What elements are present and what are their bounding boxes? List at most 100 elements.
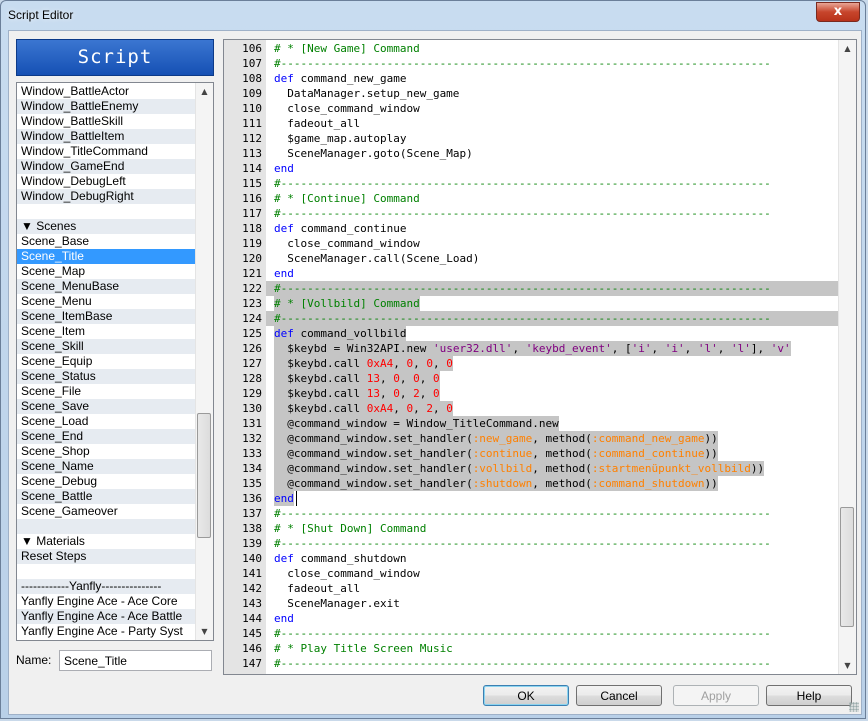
script-list-item[interactable]: Window_BattleSkill bbox=[17, 114, 195, 129]
code-line[interactable]: 106 # * [New Game] Command bbox=[224, 41, 839, 56]
script-list-item[interactable]: Scene_Map bbox=[17, 264, 195, 279]
script-list-item[interactable] bbox=[17, 519, 195, 534]
code-line[interactable]: 137 #------------------------------------… bbox=[224, 506, 839, 521]
code-line[interactable]: 121 end bbox=[224, 266, 839, 281]
script-list-item[interactable]: Window_GameEnd bbox=[17, 159, 195, 174]
script-list-item[interactable]: Scene_ItemBase bbox=[17, 309, 195, 324]
code-line[interactable]: 141 close_command_window bbox=[224, 566, 839, 581]
code-line[interactable]: 136 end bbox=[224, 491, 839, 506]
script-list-item[interactable]: Scene_File bbox=[17, 384, 195, 399]
code-line[interactable]: 139 #------------------------------------… bbox=[224, 536, 839, 551]
code-line[interactable]: 109 DataManager.setup_new_game bbox=[224, 86, 839, 101]
scroll-down-arrow-icon[interactable]: ▼ bbox=[839, 657, 856, 674]
code-line[interactable]: 114 end bbox=[224, 161, 839, 176]
script-list-item[interactable]: Scene_Equip bbox=[17, 354, 195, 369]
code-line[interactable]: 107 #------------------------------------… bbox=[224, 56, 839, 71]
code-line[interactable]: 128 $keybd.call 13, 0, 0, 0 bbox=[224, 371, 839, 386]
script-list[interactable]: Window_BattleActor Window_BattleEnemy Wind… bbox=[16, 82, 214, 641]
script-list-item[interactable]: Window_DebugLeft bbox=[17, 174, 195, 189]
code-line[interactable]: 123 # * [Vollbild] Command bbox=[224, 296, 839, 311]
script-list-item[interactable]: Scene_Item bbox=[17, 324, 195, 339]
scroll-up-arrow-icon[interactable]: ▲ bbox=[196, 83, 213, 100]
script-list-item[interactable]: Window_BattleItem bbox=[17, 129, 195, 144]
code-line[interactable]: 112 $game_map.autoplay bbox=[224, 131, 839, 146]
cancel-button[interactable]: Cancel bbox=[576, 685, 662, 706]
code-line[interactable]: 138 # * [Shut Down] Command bbox=[224, 521, 839, 536]
script-list-item[interactable]: Window_TitleCommand bbox=[17, 144, 195, 159]
script-list-item[interactable]: Yanfly Engine Ace - Ace Core bbox=[17, 594, 195, 609]
code-line[interactable]: 132 @command_window.set_handler(:new_gam… bbox=[224, 431, 839, 446]
script-list-item[interactable]: Window_BattleActor bbox=[17, 84, 195, 99]
scroll-up-arrow-icon[interactable]: ▲ bbox=[839, 40, 856, 57]
script-list-item[interactable]: Scene_Shop bbox=[17, 444, 195, 459]
script-list-item[interactable]: Scene_Gameover bbox=[17, 504, 195, 519]
script-list-item[interactable]: Scene_Title bbox=[17, 249, 195, 264]
script-list-item[interactable]: Scene_Load bbox=[17, 414, 195, 429]
script-list-item[interactable]: Scene_Debug bbox=[17, 474, 195, 489]
line-number: 128 bbox=[242, 372, 262, 385]
apply-button[interactable]: Apply bbox=[673, 685, 759, 706]
code-line[interactable]: 119 close_command_window bbox=[224, 236, 839, 251]
script-list-item[interactable]: Window_BattleEnemy bbox=[17, 99, 195, 114]
code-scroll-thumb[interactable] bbox=[840, 507, 854, 627]
script-list-item[interactable]: Scene_Menu bbox=[17, 294, 195, 309]
code-token: # * Play Title Screen Music bbox=[274, 642, 453, 655]
script-list-item[interactable]: Scene_Base bbox=[17, 234, 195, 249]
code-line[interactable]: 115 #------------------------------------… bbox=[224, 176, 839, 191]
help-button[interactable]: Help bbox=[766, 685, 852, 706]
code-line[interactable]: 147 #------------------------------------… bbox=[224, 656, 839, 671]
code-line[interactable]: 126 $keybd = Win32API.new 'user32.dll', … bbox=[224, 341, 839, 356]
code-line[interactable]: 118 def command_continue bbox=[224, 221, 839, 236]
line-number: 114 bbox=[242, 162, 262, 175]
code-line[interactable]: 131 @command_window = Window_TitleComman… bbox=[224, 416, 839, 431]
script-list-item[interactable]: Scene_MenuBase bbox=[17, 279, 195, 294]
script-list-scroll-thumb[interactable] bbox=[197, 413, 211, 538]
code-line[interactable]: 146 # * Play Title Screen Music bbox=[224, 641, 839, 656]
code-line[interactable]: 143 SceneManager.exit bbox=[224, 596, 839, 611]
script-list-item[interactable]: Yanfly Engine Ace - Ace Battle bbox=[17, 609, 195, 624]
code-line[interactable]: 124 #------------------------------------… bbox=[224, 311, 839, 326]
close-button[interactable]: x bbox=[816, 2, 860, 22]
script-list-item[interactable]: Scene_End bbox=[17, 429, 195, 444]
code-line[interactable]: 130 $keybd.call 0xA4, 0, 2, 0 bbox=[224, 401, 839, 416]
scroll-down-arrow-icon[interactable]: ▼ bbox=[196, 623, 213, 640]
code-line[interactable]: 129 $keybd.call 13, 0, 2, 0 bbox=[224, 386, 839, 401]
resize-grip[interactable] bbox=[849, 702, 859, 712]
script-list-item[interactable]: Scene_Skill bbox=[17, 339, 195, 354]
code-line[interactable]: 127 $keybd.call 0xA4, 0, 0, 0 bbox=[224, 356, 839, 371]
code-line[interactable]: 134 @command_window.set_handler(:vollbil… bbox=[224, 461, 839, 476]
code-line[interactable]: 145 #------------------------------------… bbox=[224, 626, 839, 641]
code-line[interactable]: 111 fadeout_all bbox=[224, 116, 839, 131]
title-bar[interactable]: Script Editor x bbox=[1, 1, 867, 31]
code-line[interactable]: 135 @command_window.set_handler(:shutdow… bbox=[224, 476, 839, 491]
code-line[interactable]: 113 SceneManager.goto(Scene_Map) bbox=[224, 146, 839, 161]
code-line[interactable]: 140 def command_shutdown bbox=[224, 551, 839, 566]
script-list-item[interactable]: Scene_Name bbox=[17, 459, 195, 474]
code-line[interactable]: 125 def command_vollbild bbox=[224, 326, 839, 341]
code-line[interactable]: 108 def command_new_game bbox=[224, 71, 839, 86]
code-line[interactable]: 142 fadeout_all bbox=[224, 581, 839, 596]
code-line[interactable]: 117 #------------------------------------… bbox=[224, 206, 839, 221]
script-list-item[interactable]: Yanfly Engine Ace - Party Syst bbox=[17, 624, 195, 639]
script-list-scrollbar[interactable]: ▲ ▼ bbox=[195, 83, 213, 640]
script-list-item[interactable] bbox=[17, 204, 195, 219]
script-list-item[interactable]: ▼ Scenes bbox=[17, 219, 195, 234]
script-list-item[interactable]: ------------Yanfly--------------- bbox=[17, 579, 195, 594]
code-line[interactable]: 116 # * [Continue] Command bbox=[224, 191, 839, 206]
code-line[interactable]: 120 SceneManager.call(Scene_Load) bbox=[224, 251, 839, 266]
code-line[interactable]: 110 close_command_window bbox=[224, 101, 839, 116]
script-list-item[interactable]: ▼ Materials bbox=[17, 534, 195, 549]
code-editor[interactable]: 106 # * [New Game] Command 107 #-----------… bbox=[223, 39, 857, 675]
code-line[interactable]: 122 #------------------------------------… bbox=[224, 281, 839, 296]
script-list-item[interactable]: Scene_Status bbox=[17, 369, 195, 384]
code-line[interactable]: 133 @command_window.set_handler(:continu… bbox=[224, 446, 839, 461]
script-list-item[interactable]: Window_DebugRight bbox=[17, 189, 195, 204]
ok-button[interactable]: OK bbox=[483, 685, 569, 706]
code-line[interactable]: 144 end bbox=[224, 611, 839, 626]
script-name-input[interactable] bbox=[59, 650, 212, 671]
script-list-item[interactable]: Scene_Save bbox=[17, 399, 195, 414]
script-list-item[interactable]: Scene_Battle bbox=[17, 489, 195, 504]
script-list-item[interactable]: Reset Steps bbox=[17, 549, 195, 564]
script-list-item[interactable] bbox=[17, 564, 195, 579]
code-scrollbar[interactable]: ▲ ▼ bbox=[838, 40, 856, 674]
